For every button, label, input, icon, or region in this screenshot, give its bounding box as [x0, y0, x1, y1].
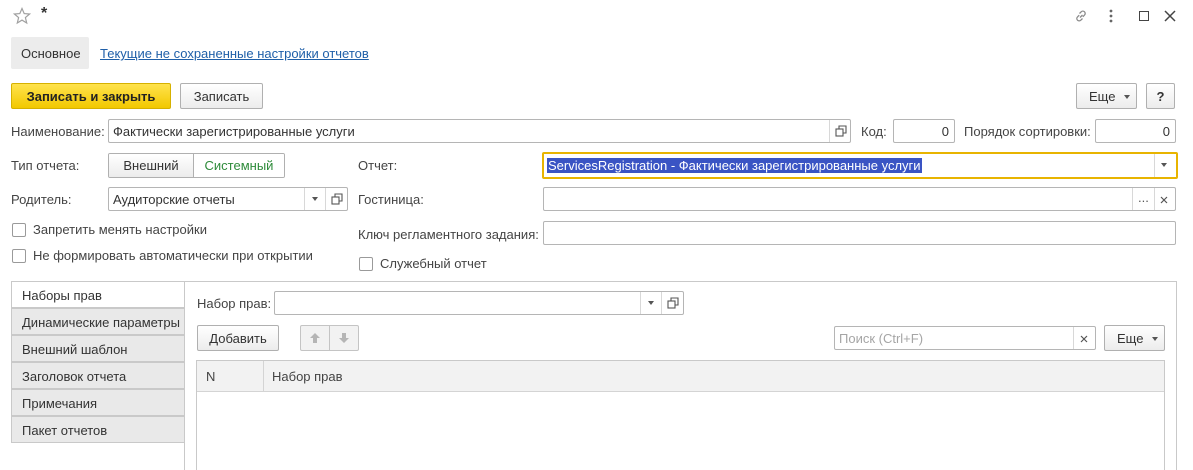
code-value: 0 — [941, 124, 949, 139]
chevron-down-icon — [1124, 95, 1130, 99]
tab-unsaved-settings-link[interactable]: Текущие не сохраненные настройки отчетов — [100, 46, 369, 61]
side-tab-report-header[interactable]: Заголовок отчета — [11, 362, 185, 389]
parent-field[interactable]: Аудиторские отчеты — [108, 187, 348, 211]
side-tab-report-package[interactable]: Пакет отчетов — [11, 416, 185, 443]
name-value: Фактически зарегистрированные услуги — [113, 124, 355, 139]
report-label: Отчет: — [358, 158, 398, 173]
side-tab-dynamic-params[interactable]: Динамические параметры — [11, 308, 185, 335]
report-field[interactable]: ServicesRegistration - Фактически зареги… — [542, 152, 1178, 179]
code-label: Код: — [861, 124, 887, 139]
sort-order-field[interactable]: 0 — [1095, 119, 1176, 143]
rights-table: N Набор прав — [196, 360, 1165, 470]
chevron-down-icon[interactable] — [1161, 163, 1167, 167]
no-auto-generate-label: Не формировать автоматически при открыти… — [33, 248, 313, 263]
table-header: N Набор прав — [197, 361, 1164, 392]
parent-label: Родитель: — [11, 192, 72, 207]
move-up-button[interactable] — [301, 326, 330, 350]
chevron-down-icon — [1152, 337, 1158, 341]
panel-more-label: Еще — [1117, 330, 1144, 346]
open-icon[interactable] — [666, 296, 680, 310]
name-label: Наименование: — [11, 124, 105, 139]
forbid-settings-checkbox[interactable] — [12, 223, 26, 237]
help-button[interactable]: ? — [1146, 83, 1175, 109]
report-type-switch: Внешний Системный — [108, 153, 285, 178]
report-type-label: Тип отчета: — [11, 158, 80, 173]
arrow-down-icon — [339, 333, 349, 343]
code-field[interactable]: 0 — [893, 119, 955, 143]
maximize-icon[interactable] — [1139, 11, 1149, 21]
open-icon[interactable] — [834, 124, 848, 138]
tab-main[interactable]: Основное — [11, 37, 89, 69]
hotel-label: Гостиница: — [358, 192, 424, 207]
more-vert-icon[interactable] — [1107, 8, 1115, 24]
report-type-external-button[interactable]: Внешний — [109, 154, 194, 177]
rights-set-field[interactable] — [274, 291, 684, 315]
save-and-close-button[interactable]: Записать и закрыть — [11, 83, 171, 109]
column-header-n[interactable]: N — [206, 369, 215, 384]
clear-search-icon[interactable] — [1080, 335, 1088, 343]
move-buttons — [300, 325, 359, 351]
schedule-key-field[interactable] — [543, 221, 1176, 245]
select-ellipsis-icon[interactable]: ... — [1138, 190, 1149, 205]
search-input[interactable]: Поиск (Ctrl+F) — [834, 326, 1096, 350]
forbid-settings-label: Запретить менять настройки — [33, 222, 207, 237]
tab-main-label: Основное — [21, 46, 81, 61]
clear-icon[interactable] — [1160, 196, 1168, 204]
service-report-checkbox[interactable] — [359, 257, 373, 271]
schedule-key-label: Ключ регламентного задания: — [358, 227, 539, 242]
save-button[interactable]: Записать — [180, 83, 263, 109]
arrow-up-icon — [310, 333, 320, 343]
star-icon[interactable] — [13, 7, 31, 25]
side-tab-notes[interactable]: Примечания — [11, 389, 185, 416]
report-type-system-button[interactable]: Системный — [194, 154, 284, 177]
side-tab-external-template[interactable]: Внешний шаблон — [11, 335, 185, 362]
report-value: ServicesRegistration - Фактически зареги… — [547, 158, 922, 173]
service-report-label: Служебный отчет — [380, 256, 487, 271]
open-icon[interactable] — [330, 192, 344, 206]
link-icon[interactable] — [1073, 8, 1089, 24]
chevron-down-icon[interactable] — [312, 197, 318, 201]
close-icon[interactable] — [1164, 10, 1176, 22]
side-tab-rights-sets[interactable]: Наборы прав — [11, 281, 185, 308]
search-placeholder: Поиск (Ctrl+F) — [839, 331, 924, 346]
rights-set-label: Набор прав: — [197, 296, 272, 311]
sort-order-value: 0 — [1162, 124, 1170, 139]
add-button[interactable]: Добавить — [197, 325, 279, 351]
parent-value: Аудиторские отчеты — [113, 192, 235, 207]
move-down-button[interactable] — [330, 326, 358, 350]
column-header-rights-set[interactable]: Набор прав — [272, 369, 343, 384]
panel-more-button[interactable]: Еще — [1104, 325, 1165, 351]
hotel-field[interactable]: ... — [543, 187, 1176, 211]
more-button[interactable]: Еще — [1076, 83, 1137, 109]
window-title: * — [41, 5, 48, 22]
more-button-label: Еще — [1089, 88, 1116, 104]
no-auto-generate-checkbox[interactable] — [12, 249, 26, 263]
chevron-down-icon[interactable] — [648, 301, 654, 305]
sort-order-label: Порядок сортировки: — [964, 124, 1091, 139]
name-field[interactable]: Фактически зарегистрированные услуги — [108, 119, 851, 143]
